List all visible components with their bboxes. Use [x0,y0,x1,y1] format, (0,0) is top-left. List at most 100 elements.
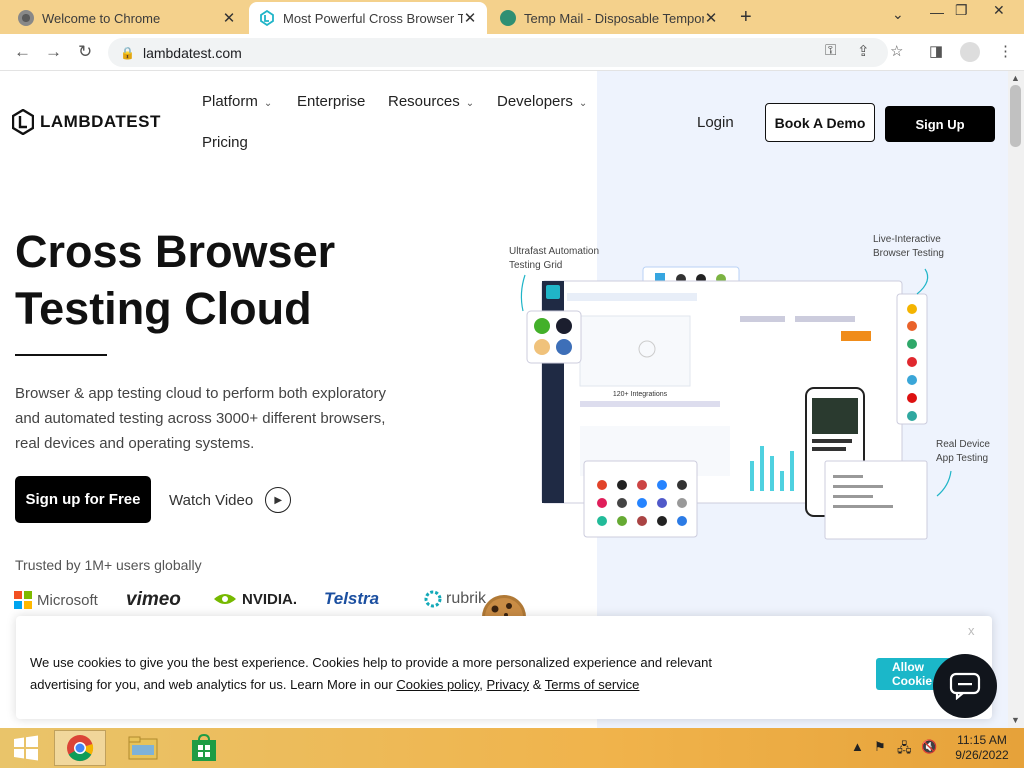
side-panel-icon[interactable]: ◨ [929,42,943,60]
hero-title-line-2: Testing Cloud [15,283,312,334]
close-tab-icon[interactable]: ✕ [704,9,718,27]
page-scrollbar[interactable]: ▲ ▼ [1008,71,1024,728]
taskbar-store[interactable] [178,730,230,766]
lambdatest-logo-icon [12,109,34,135]
tab-title: Welcome to Chrome [42,10,161,26]
nav-resources-label: Resources [388,93,460,110]
chevron-down-icon: ⌄ [578,98,588,109]
nav-platform-label: Platform [202,93,258,110]
hero-desc-line-2: and automated testing across 3000+ diffe… [15,410,386,427]
system-clock[interactable]: 11:15 AM 9/26/2022 [952,733,1012,763]
windows-taskbar: ▲ ⚑ 🖧 🔇 11:15 AM 9/26/2022 [0,728,1024,768]
key-icon[interactable]: ⚿ [825,42,836,59]
chevron-down-icon: ⌄ [263,98,273,109]
lock-icon[interactable]: 🔒 [120,46,135,60]
terms-of-service-link[interactable]: Terms of service [545,677,640,692]
action-center-flag-icon[interactable]: ⚑ [874,739,886,755]
tab-search-chevron-icon[interactable]: ⌄ [892,6,904,23]
profile-avatar-icon[interactable] [960,42,980,62]
watch-video-link[interactable]: Watch Video ▶ [169,487,292,513]
rubrik-logo: rubrik [424,590,486,608]
browser-tab-strip: Welcome to Chrome ✕ Most Powerful Cross … [0,0,1024,34]
lambdatest-icon [260,10,274,26]
hero-description: Browser & app testing cloud to perform b… [15,381,435,456]
windows-logo-icon [14,735,38,761]
book-demo-button[interactable]: Book A Demo [765,103,875,142]
reload-icon[interactable]: ↻ [78,42,92,62]
more-menu-icon[interactable]: ⋮ [998,42,1013,60]
nav-enterprise-label: Enterprise [297,93,366,110]
close-tab-icon[interactable]: ✕ [222,9,236,27]
temp-mail-icon [500,10,516,26]
back-arrow-icon[interactable]: ← [14,42,31,62]
volume-muted-icon[interactable]: 🔇 [921,739,937,755]
tab-title: Temp Mail - Disposable Tempora [524,10,704,26]
hero-divider [15,354,107,356]
new-tab-icon[interactable]: + [740,6,752,29]
logo-text: LAMBDATEST [40,112,161,131]
dashboard-mockup [520,266,952,540]
nav-pricing-label: Pricing [202,134,248,151]
login-link[interactable]: Login [697,114,734,131]
cookie-consent-banner: x We use cookies to give you the best ex… [16,616,992,719]
chevron-down-icon: ⌄ [465,98,475,109]
scrollbar-thumb[interactable] [1010,85,1021,147]
chat-icon [949,672,981,700]
nav-pricing[interactable]: Pricing [202,134,248,151]
close-tab-icon[interactable]: ✕ [463,9,477,27]
microsoft-logo: Microsoft [14,591,98,609]
start-button[interactable] [0,730,52,766]
url-text[interactable]: lambdatest.com [143,45,242,61]
close-cookie-icon[interactable]: x [968,623,975,638]
scroll-down-icon[interactable]: ▼ [1011,715,1020,725]
hero-illustration: Ultrafast Automation Testing Grid Live-I… [505,231,1000,551]
trusted-by-text: Trusted by 1M+ users globally [15,557,202,573]
bookmark-star-icon[interactable]: ☆ [890,42,903,60]
vimeo-logo: vimeo [126,589,181,610]
share-icon[interactable]: ⇪ [857,42,870,60]
chrome-taskbar-icon [67,735,94,762]
privacy-link[interactable]: Privacy [486,677,529,692]
folder-icon [128,736,158,760]
taskbar-chrome[interactable] [54,730,106,766]
sign-up-free-button[interactable]: Sign up for Free [15,476,151,523]
nvidia-eye-icon [214,594,236,604]
network-icon[interactable]: 🖧 [897,739,912,761]
chat-widget-button[interactable] [933,654,997,718]
hero-desc-line-3: real devices and operating systems. [15,435,255,452]
integrations-label: 120+ Integrations [612,391,668,398]
chrome-icon [18,10,34,26]
restore-icon[interactable]: ❐ [955,2,968,19]
sign-up-button[interactable]: Sign Up [885,106,995,142]
taskbar-file-explorer[interactable] [117,730,169,766]
microsoft-icon [14,591,32,609]
store-icon [192,734,216,761]
cookies-policy-link[interactable]: Cookies policy [396,677,479,692]
nvidia-logo: NVIDIA. [212,591,297,608]
nav-resources[interactable]: Resources ⌄ [388,93,474,110]
cookie-message: We use cookies to give you the best expe… [30,652,820,696]
microsoft-text: Microsoft [37,591,98,609]
lambdatest-logo[interactable]: LAMBDATEST [12,109,161,135]
nav-developers[interactable]: Developers ⌄ [497,93,587,110]
close-window-icon[interactable]: ✕ [993,2,1005,19]
nav-developers-label: Developers [497,93,573,110]
minimize-icon[interactable]: — [930,4,944,20]
scroll-up-icon[interactable]: ▲ [1011,73,1020,83]
hero-title: Cross Browser Testing Cloud [15,223,435,337]
cookie-line-1: We use cookies to give you the best expe… [30,655,712,670]
tab-lambdatest[interactable]: Most Powerful Cross Browser Tes ✕ [249,2,487,34]
rubrik-icon [424,590,442,608]
nav-platform[interactable]: Platform ⌄ [202,93,272,110]
web-page: LAMBDATEST Platform ⌄ Enterprise Resource… [0,71,1008,728]
address-bar[interactable]: 🔒 lambdatest.com [108,38,888,67]
tab-title: Most Powerful Cross Browser Tes [283,10,463,26]
forward-arrow-icon[interactable]: → [45,42,62,62]
nav-enterprise[interactable]: Enterprise [297,93,365,110]
tab-welcome-to-chrome[interactable]: Welcome to Chrome ✕ [8,2,246,34]
hero-desc-line-1: Browser & app testing cloud to perform b… [15,385,387,402]
cookie-amp: & [529,677,545,692]
address-toolbar: ← → ↻ 🔒 lambdatest.com ⚿ ⇪ ☆ ◨ ⋮ [0,34,1024,71]
show-hidden-icons[interactable]: ▲ [851,739,864,754]
tab-temp-mail[interactable]: Temp Mail - Disposable Tempora ✕ [490,2,728,34]
